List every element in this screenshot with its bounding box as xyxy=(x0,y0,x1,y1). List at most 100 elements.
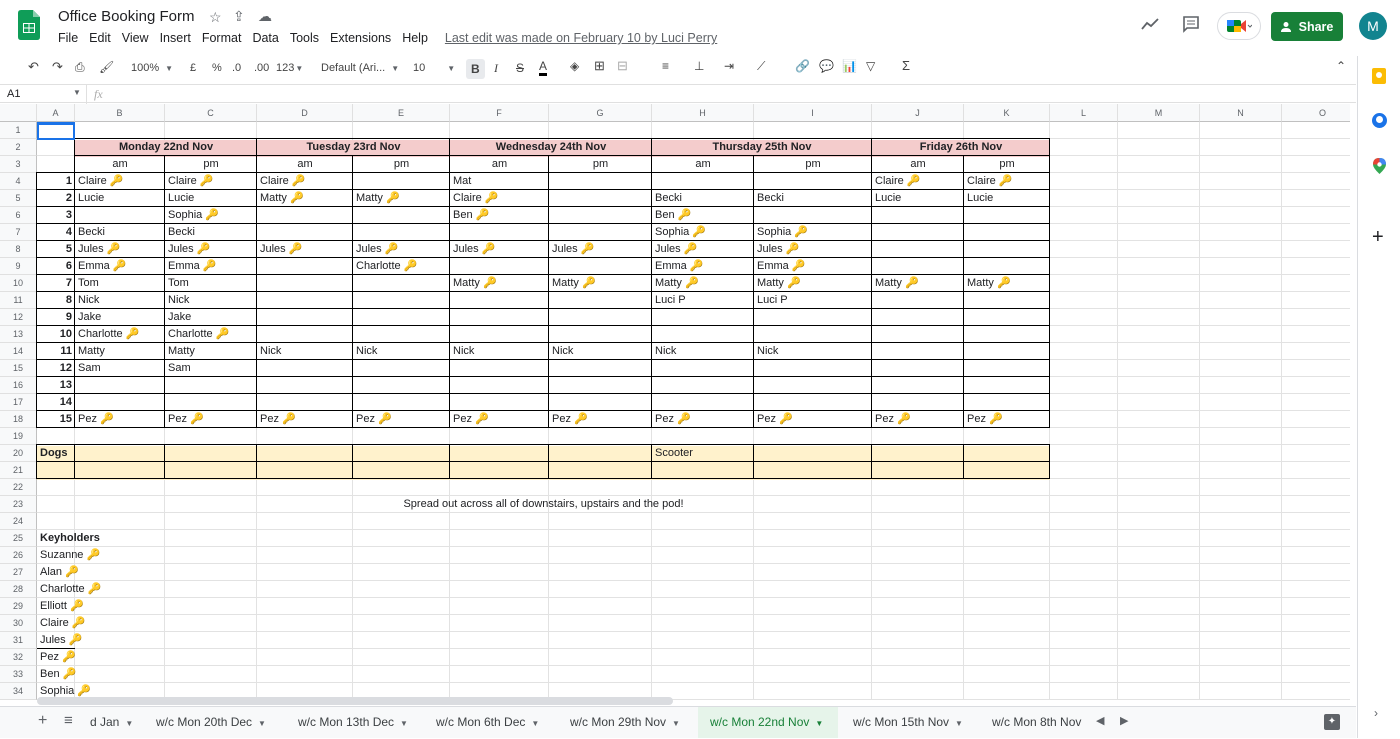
row-header[interactable]: 27 xyxy=(0,564,37,581)
sheet-tab[interactable]: w/c Mon 6th Dec ▼ xyxy=(436,707,556,738)
booking-cell[interactable]: Lucie xyxy=(165,190,257,207)
italic-icon[interactable]: I xyxy=(494,61,498,76)
dog-cell[interactable] xyxy=(165,445,257,462)
row-header[interactable]: 2 xyxy=(0,139,37,156)
booking-cell[interactable]: Matty 🔑 xyxy=(652,275,754,292)
text-wrap-icon[interactable]: ⇥ xyxy=(724,59,734,73)
row-header[interactable]: 29 xyxy=(0,598,37,615)
booking-cell[interactable]: Sam xyxy=(165,360,257,377)
dog-cell[interactable] xyxy=(450,445,549,462)
booking-cell[interactable] xyxy=(652,309,754,326)
booking-cell[interactable]: Emma 🔑 xyxy=(75,258,165,275)
booking-cell[interactable] xyxy=(75,207,165,224)
paint-format-icon[interactable]: 🖌 xyxy=(99,60,114,74)
row-header[interactable]: 9 xyxy=(0,258,37,275)
booking-cell[interactable] xyxy=(872,258,964,275)
last-edit-link[interactable]: Last edit was made on February 10 by Luc… xyxy=(445,31,717,45)
booking-cell[interactable]: Sam xyxy=(75,360,165,377)
row-header[interactable]: 16 xyxy=(0,377,37,394)
booking-cell[interactable] xyxy=(754,309,872,326)
booking-cell[interactable] xyxy=(872,292,964,309)
sheet-tab-active[interactable]: w/c Mon 22nd Nov ▼ xyxy=(698,707,838,738)
booking-cell[interactable]: Claire 🔑 xyxy=(75,173,165,190)
name-box-dropdown-icon[interactable]: ▼ xyxy=(73,88,81,97)
seat-number[interactable]: 6 xyxy=(37,258,75,275)
booking-cell[interactable]: Matty 🔑 xyxy=(549,275,652,292)
seat-number[interactable]: 7 xyxy=(37,275,75,292)
column-header[interactable]: B xyxy=(75,104,165,122)
vertical-align-icon[interactable]: ⊥ xyxy=(694,59,704,73)
booking-cell[interactable]: Luci P xyxy=(754,292,872,309)
booking-cell[interactable] xyxy=(75,394,165,411)
sheet-tab[interactable]: w/c Mon 29th Nov ▼ xyxy=(570,707,694,738)
seat-number[interactable]: 8 xyxy=(37,292,75,309)
booking-cell[interactable] xyxy=(872,394,964,411)
booking-cell[interactable] xyxy=(872,326,964,343)
row-header[interactable]: 5 xyxy=(0,190,37,207)
booking-cell[interactable]: Nick xyxy=(165,292,257,309)
print-icon[interactable]: ⎙ xyxy=(75,60,85,75)
menu-edit[interactable]: Edit xyxy=(89,31,111,45)
booking-cell[interactable] xyxy=(964,377,1050,394)
booking-cell[interactable] xyxy=(872,224,964,241)
booking-cell[interactable] xyxy=(165,394,257,411)
row-header[interactable]: 22 xyxy=(0,479,37,496)
booking-cell[interactable] xyxy=(257,292,353,309)
booking-cell[interactable] xyxy=(652,360,754,377)
booking-cell[interactable]: Emma 🔑 xyxy=(165,258,257,275)
seat-number[interactable]: 1 xyxy=(37,173,75,190)
booking-cell[interactable]: Jules 🔑 xyxy=(353,241,450,258)
sheets-logo-icon[interactable] xyxy=(18,10,40,40)
row-header[interactable]: 19 xyxy=(0,428,37,445)
booking-cell[interactable] xyxy=(257,224,353,241)
booking-cell[interactable] xyxy=(353,309,450,326)
am-pm-label[interactable]: am xyxy=(450,156,549,173)
booking-cell[interactable] xyxy=(652,377,754,394)
seat-number[interactable]: 10 xyxy=(37,326,75,343)
booking-cell[interactable] xyxy=(964,224,1050,241)
booking-cell[interactable] xyxy=(353,326,450,343)
booking-cell[interactable]: Matty 🔑 xyxy=(754,275,872,292)
booking-cell[interactable] xyxy=(964,309,1050,326)
booking-cell[interactable] xyxy=(353,275,450,292)
booking-cell[interactable]: Sophia 🔑 xyxy=(754,224,872,241)
row-header[interactable]: 10 xyxy=(0,275,37,292)
select-all-corner[interactable] xyxy=(0,104,37,122)
booking-cell[interactable] xyxy=(257,326,353,343)
row-header[interactable]: 32 xyxy=(0,649,37,666)
booking-cell[interactable] xyxy=(754,394,872,411)
booking-cell[interactable]: Pez 🔑 xyxy=(450,411,549,428)
am-pm-label[interactable]: pm xyxy=(964,156,1050,173)
column-header[interactable]: A xyxy=(37,104,75,122)
booking-cell[interactable]: Sophia 🔑 xyxy=(652,224,754,241)
booking-cell[interactable] xyxy=(754,173,872,190)
column-header[interactable]: D xyxy=(257,104,353,122)
booking-cell[interactable] xyxy=(754,326,872,343)
booking-cell[interactable]: Lucie xyxy=(964,190,1050,207)
booking-cell[interactable]: Ben 🔑 xyxy=(652,207,754,224)
booking-cell[interactable] xyxy=(652,173,754,190)
booking-cell[interactable]: Nick xyxy=(652,343,754,360)
booking-cell[interactable]: Jules 🔑 xyxy=(754,241,872,258)
dog-cell[interactable] xyxy=(754,445,872,462)
booking-cell[interactable]: Matty xyxy=(165,343,257,360)
column-header[interactable]: E xyxy=(353,104,450,122)
booking-cell[interactable] xyxy=(549,190,652,207)
seat-number[interactable]: 12 xyxy=(37,360,75,377)
booking-cell[interactable] xyxy=(353,173,450,190)
comments-icon[interactable] xyxy=(1182,16,1200,33)
keyholder-name[interactable]: Alan 🔑 xyxy=(37,564,157,581)
booking-cell[interactable] xyxy=(75,377,165,394)
keyholder-name[interactable]: Elliott 🔑 xyxy=(37,598,157,615)
scroll-tabs-right-icon[interactable]: ▶ xyxy=(1120,714,1128,727)
am-pm-label[interactable]: pm xyxy=(549,156,652,173)
menu-data[interactable]: Data xyxy=(252,31,278,45)
booking-cell[interactable]: Matty 🔑 xyxy=(872,275,964,292)
row-header[interactable]: 7 xyxy=(0,224,37,241)
seat-number[interactable]: 4 xyxy=(37,224,75,241)
am-pm-label[interactable]: pm xyxy=(754,156,872,173)
seat-number[interactable]: 9 xyxy=(37,309,75,326)
keyholders-label[interactable]: Keyholders xyxy=(37,530,157,547)
column-header[interactable]: G xyxy=(549,104,652,122)
currency-format-button[interactable]: £ xyxy=(190,62,196,74)
